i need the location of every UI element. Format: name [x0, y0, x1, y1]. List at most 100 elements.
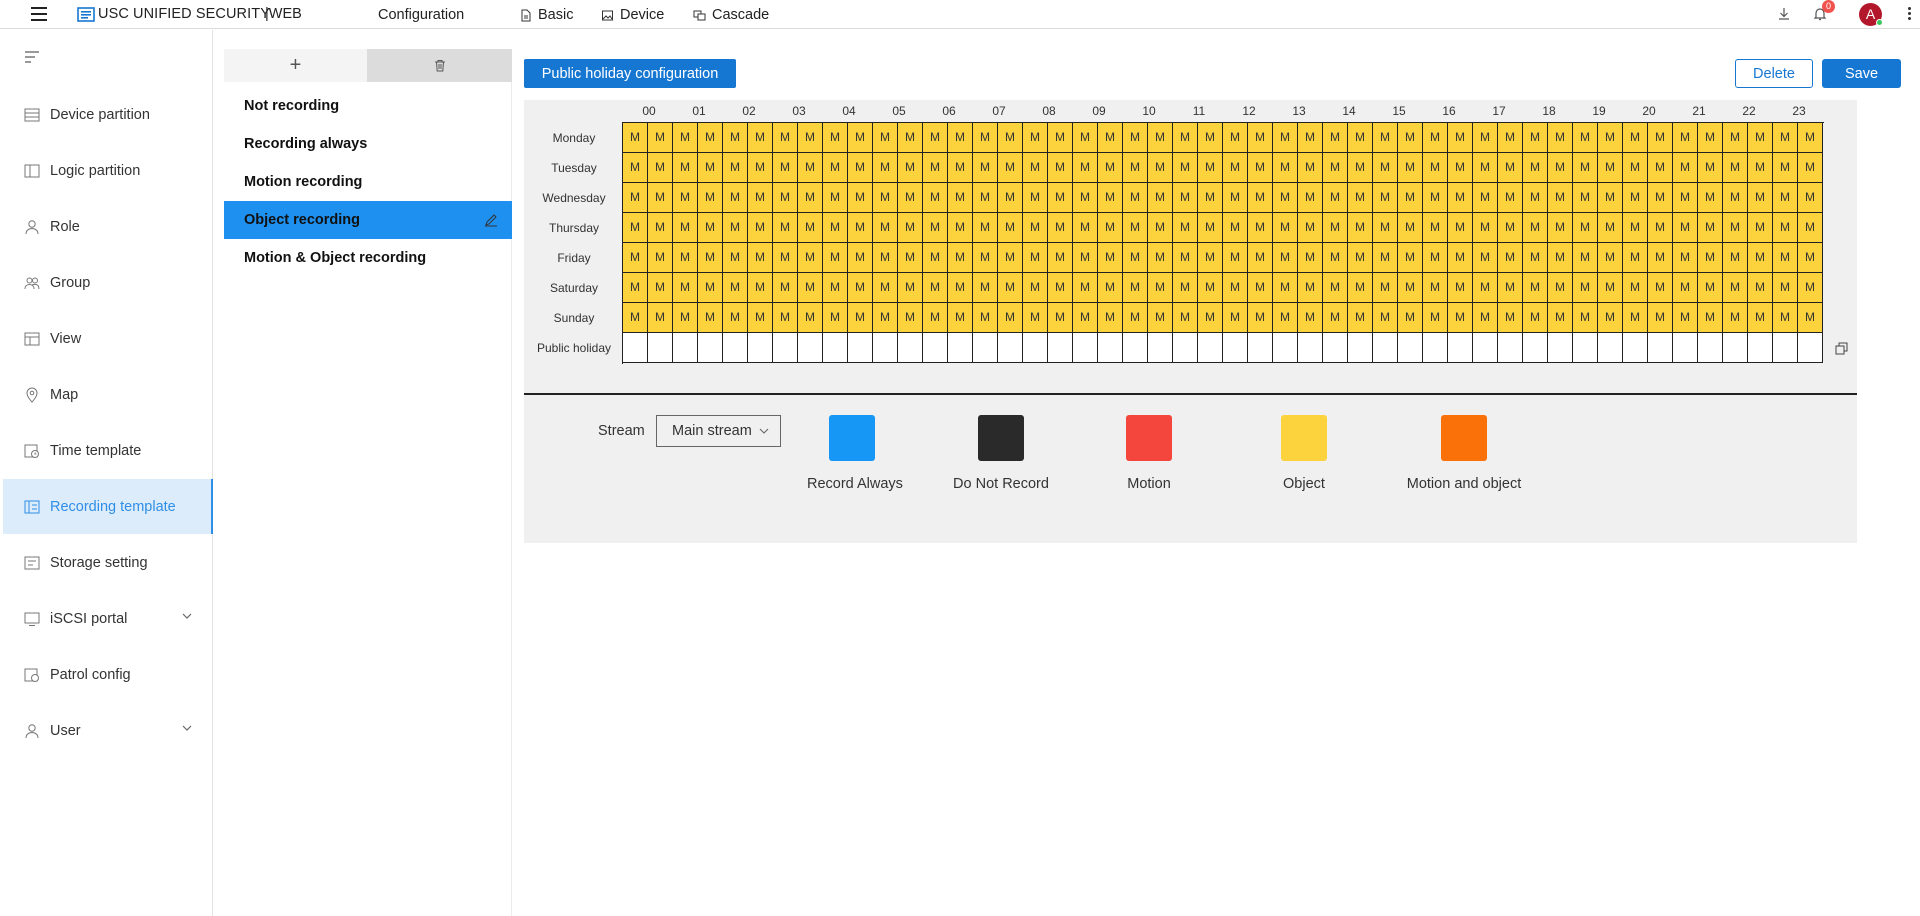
sidebar-item-role[interactable]: Role — [0, 199, 212, 254]
schedule-cell[interactable]: M — [948, 213, 973, 243]
schedule-cell[interactable]: M — [1523, 153, 1548, 183]
schedule-cell[interactable]: M — [1523, 303, 1548, 333]
schedule-cell[interactable]: M — [1123, 273, 1148, 303]
sidebar-item-view[interactable]: View — [0, 311, 212, 366]
schedule-cell[interactable]: M — [898, 183, 923, 213]
schedule-cell[interactable]: M — [923, 123, 948, 153]
schedule-cell[interactable]: M — [1773, 273, 1798, 303]
schedule-cell[interactable]: M — [1173, 243, 1198, 273]
schedule-cell[interactable]: M — [1448, 123, 1473, 153]
schedule-cell[interactable]: M — [1698, 213, 1723, 243]
schedule-cell[interactable] — [1348, 333, 1373, 363]
schedule-cell[interactable]: M — [648, 123, 673, 153]
schedule-cell[interactable]: M — [1273, 273, 1298, 303]
schedule-cell[interactable] — [1423, 333, 1448, 363]
schedule-cell[interactable] — [1023, 333, 1048, 363]
schedule-cell[interactable]: M — [1548, 153, 1573, 183]
schedule-cell[interactable]: M — [1023, 243, 1048, 273]
schedule-cell[interactable] — [948, 333, 973, 363]
schedule-cell[interactable]: M — [1023, 123, 1048, 153]
schedule-cell[interactable]: M — [1173, 273, 1198, 303]
delete-template-button[interactable] — [367, 49, 512, 82]
schedule-cell[interactable]: M — [923, 273, 948, 303]
schedule-cell[interactable]: M — [773, 243, 798, 273]
sidebar-item-storage-setting[interactable]: Storage setting — [0, 535, 212, 590]
schedule-cell[interactable]: M — [873, 123, 898, 153]
stream-select[interactable]: Main stream — [656, 415, 781, 447]
schedule-cell[interactable]: M — [1123, 183, 1148, 213]
schedule-cell[interactable]: M — [1323, 273, 1348, 303]
schedule-cell[interactable]: M — [1573, 273, 1598, 303]
schedule-cell[interactable]: M — [698, 183, 723, 213]
schedule-cell[interactable]: M — [1648, 153, 1673, 183]
schedule-cell[interactable]: M — [948, 243, 973, 273]
schedule-cell[interactable]: M — [973, 243, 998, 273]
schedule-cell[interactable]: M — [1798, 273, 1823, 303]
schedule-cell[interactable]: M — [623, 273, 648, 303]
schedule-cell[interactable] — [623, 333, 648, 363]
schedule-cell[interactable]: M — [1348, 123, 1373, 153]
schedule-cell[interactable]: M — [1623, 183, 1648, 213]
save-button[interactable]: Save — [1822, 59, 1901, 88]
schedule-cell[interactable]: M — [1523, 123, 1548, 153]
sidebar-item-user[interactable]: User — [0, 703, 212, 758]
schedule-cell[interactable]: M — [1673, 213, 1698, 243]
schedule-cell[interactable]: M — [1023, 213, 1048, 243]
schedule-cell[interactable]: M — [1148, 213, 1173, 243]
schedule-cell[interactable]: M — [998, 183, 1023, 213]
schedule-cell[interactable]: M — [898, 213, 923, 243]
schedule-cell[interactable]: M — [1348, 153, 1373, 183]
nav-device[interactable]: Device — [601, 7, 664, 23]
schedule-cell[interactable] — [1248, 333, 1273, 363]
schedule-cell[interactable]: M — [1348, 303, 1373, 333]
schedule-cell[interactable] — [923, 333, 948, 363]
schedule-cell[interactable] — [1548, 333, 1573, 363]
schedule-cell[interactable]: M — [1298, 153, 1323, 183]
schedule-cell[interactable] — [1523, 333, 1548, 363]
schedule-cell[interactable]: M — [1473, 123, 1498, 153]
schedule-cell[interactable]: M — [1198, 183, 1223, 213]
schedule-cell[interactable]: M — [648, 243, 673, 273]
schedule-cell[interactable]: M — [1598, 303, 1623, 333]
schedule-cell[interactable]: M — [873, 273, 898, 303]
schedule-cell[interactable] — [1148, 333, 1173, 363]
schedule-cell[interactable]: M — [698, 273, 723, 303]
schedule-cell[interactable]: M — [1298, 273, 1323, 303]
schedule-cell[interactable]: M — [1223, 273, 1248, 303]
schedule-cell[interactable]: M — [1598, 213, 1623, 243]
sidebar-item-group[interactable]: Group — [0, 255, 212, 310]
schedule-cell[interactable] — [1573, 333, 1598, 363]
schedule-cell[interactable]: M — [1423, 123, 1448, 153]
schedule-cell[interactable]: M — [1748, 123, 1773, 153]
schedule-cell[interactable]: M — [1398, 123, 1423, 153]
schedule-cell[interactable]: M — [1473, 303, 1498, 333]
schedule-cell[interactable]: M — [873, 153, 898, 183]
schedule-cell[interactable]: M — [1623, 273, 1648, 303]
delete-button[interactable]: Delete — [1735, 59, 1813, 88]
schedule-cell[interactable]: M — [1098, 213, 1123, 243]
schedule-cell[interactable]: M — [1073, 123, 1098, 153]
schedule-cell[interactable] — [698, 333, 723, 363]
schedule-cell[interactable]: M — [1748, 243, 1773, 273]
schedule-cell[interactable] — [798, 333, 823, 363]
schedule-cell[interactable]: M — [1573, 243, 1598, 273]
schedule-cell[interactable]: M — [673, 273, 698, 303]
schedule-cell[interactable]: M — [873, 213, 898, 243]
schedule-cell[interactable]: M — [723, 123, 748, 153]
schedule-cell[interactable]: M — [948, 123, 973, 153]
schedule-cell[interactable]: M — [1423, 183, 1448, 213]
schedule-cell[interactable]: M — [1748, 183, 1773, 213]
schedule-cell[interactable]: M — [848, 303, 873, 333]
schedule-cell[interactable]: M — [1398, 213, 1423, 243]
schedule-cell[interactable]: M — [1623, 123, 1648, 153]
collapse-sidebar-icon[interactable] — [24, 50, 40, 64]
schedule-cell[interactable]: M — [1198, 243, 1223, 273]
schedule-cell[interactable]: M — [1598, 153, 1623, 183]
schedule-cell[interactable]: M — [1123, 303, 1148, 333]
schedule-cell[interactable]: M — [1498, 183, 1523, 213]
schedule-cell[interactable]: M — [1623, 153, 1648, 183]
schedule-cell[interactable]: M — [973, 183, 998, 213]
schedule-cell[interactable] — [1648, 333, 1673, 363]
schedule-cell[interactable]: M — [848, 183, 873, 213]
schedule-cell[interactable]: M — [1423, 303, 1448, 333]
